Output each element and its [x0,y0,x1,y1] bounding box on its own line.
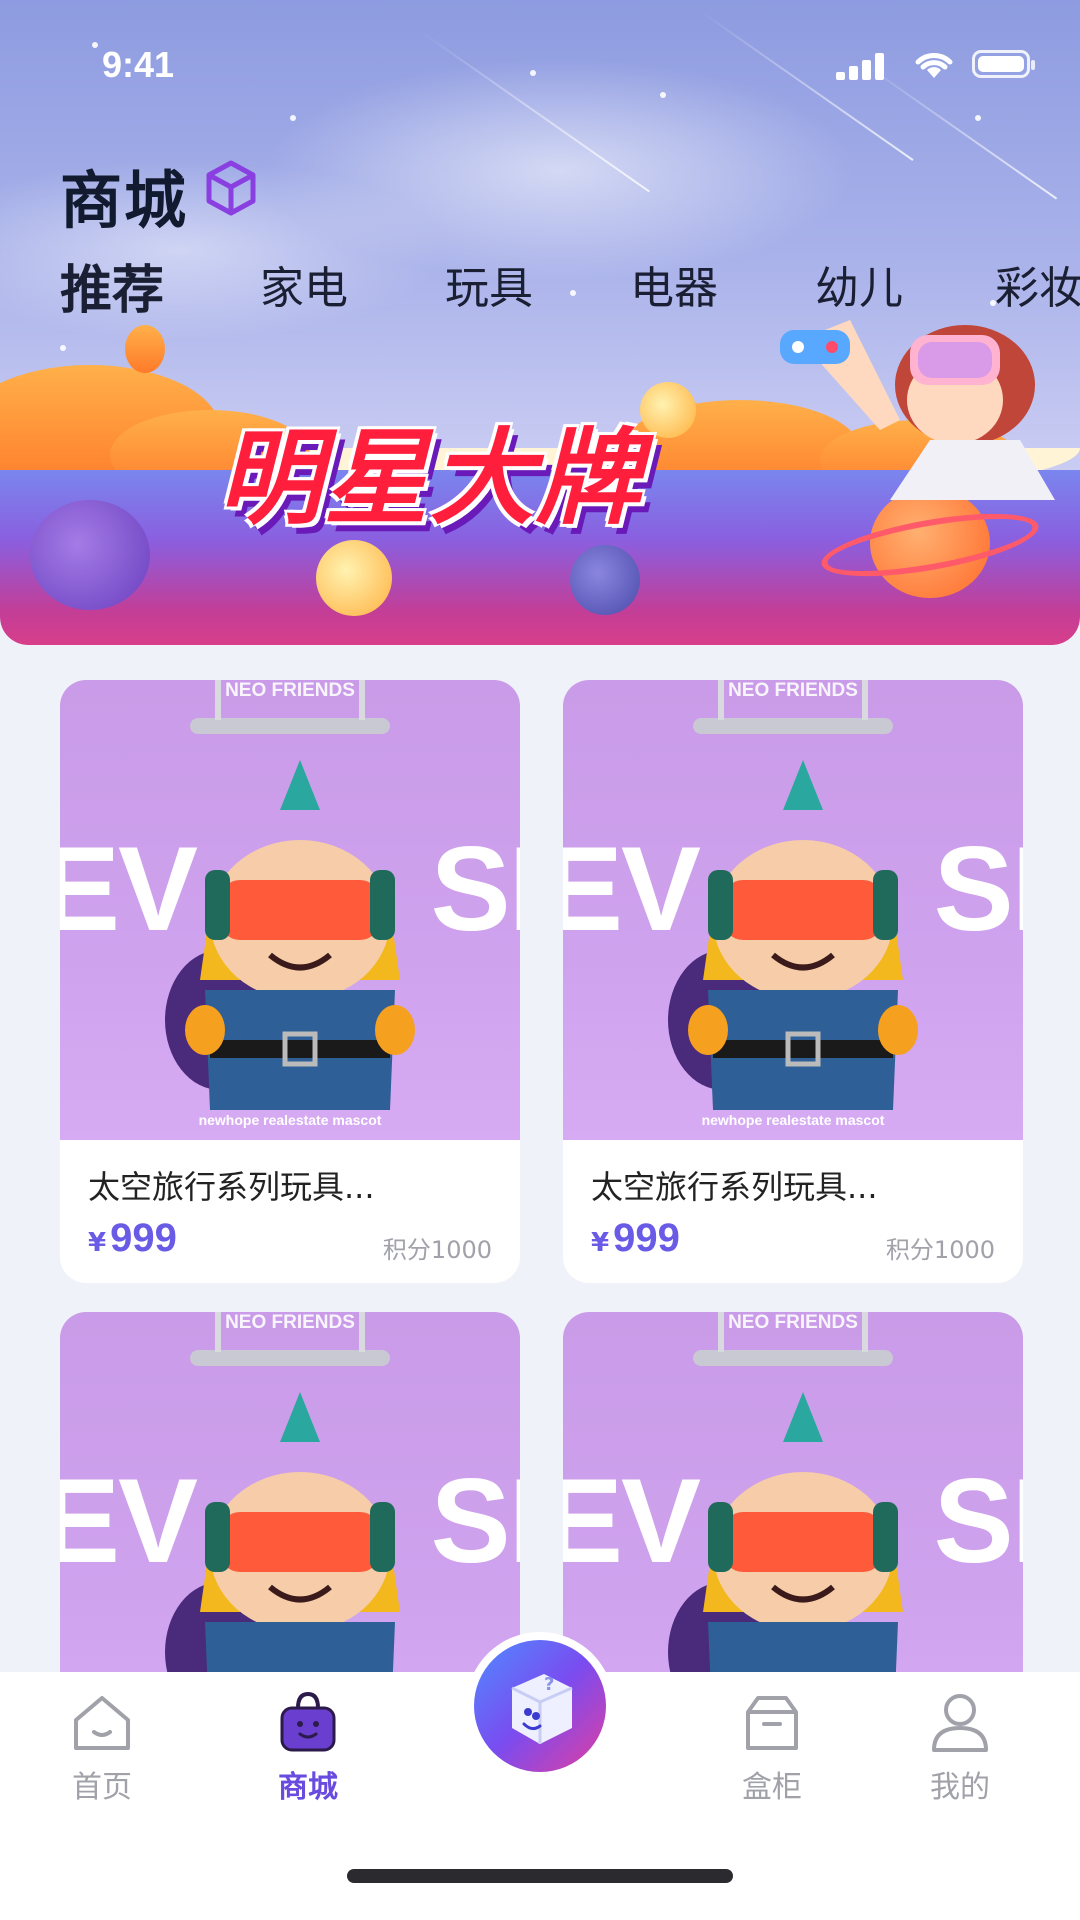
tab-toys[interactable]: 玩具 [445,252,533,316]
category-tabs: 推荐 家电 玩具 电器 幼儿 彩妆 [0,252,1080,322]
product-name[interactable]: 太空旅行系列玩具... [591,1162,878,1208]
product-image[interactable]: NEO FRIENDS EVSI newhope realestate masc… [60,680,520,1140]
cube-icon [206,160,256,216]
product-name[interactable]: 太空旅行系列玩具... [88,1162,375,1208]
status-bar: 9:41 [0,0,1080,130]
tabbar-item-profile[interactable]: 我的 [900,1690,1020,1806]
svg-text:?: ? [544,1674,554,1695]
product-points: 积分1000 [382,1236,492,1264]
page-title: 商城 [60,164,189,237]
status-time: 9:41 [102,44,175,85]
mascot-figure [668,1392,903,1672]
home-indicator[interactable] [347,1869,733,1883]
product-image[interactable]: NEO FRIENDS EVSI [563,1312,1023,1672]
gamer-character-illustration [780,320,1055,500]
tabbar-item-mall[interactable]: 商城 [248,1690,368,1806]
banner-title[interactable]: 明星大牌 [218,393,642,544]
tabbar-item-home[interactable]: 首页 [42,1690,162,1806]
product-price: ¥999 [88,1216,177,1260]
product-card[interactable]: NEO FRIENDS EVSI [60,1312,520,1672]
tab-appliances[interactable]: 家电 [260,252,348,316]
signal-icon [836,52,896,80]
product-image[interactable]: NEO FRIENDS EVSI newhope realestate masc… [563,680,1023,1140]
tabbar-item-box-cabinet[interactable]: 盒柜 [712,1690,832,1806]
planet-icon [640,382,696,438]
product-card[interactable]: NEO FRIENDS EVSI [563,1312,1023,1672]
tab-kids[interactable]: 幼儿 [815,252,903,316]
tab-makeup[interactable]: 彩妆 [995,252,1080,316]
product-price: ¥999 [591,1216,680,1260]
mystery-box-button[interactable]: ? [466,1632,614,1780]
tab-electronics[interactable]: 电器 [630,252,718,316]
product-image[interactable]: NEO FRIENDS EVSI [60,1312,520,1672]
box-cabinet-icon [746,1696,798,1750]
user-icon [932,1694,988,1752]
product-card[interactable]: NEO FRIENDS EVSI newhope realestate masc… [563,680,1023,1283]
planet-icon [316,540,392,616]
mascot-figure [165,760,415,1110]
tab-recommend[interactable]: 推荐 [60,248,164,323]
battery-icon [972,50,1035,78]
mascot-figure [165,1392,400,1672]
product-points: 积分1000 [885,1236,995,1264]
planet-icon [30,500,150,610]
mascot-figure [668,760,918,1110]
product-card[interactable]: NEO FRIENDS EVSI newhope realestate masc… [60,680,520,1283]
wifi-icon [915,53,953,78]
mystery-box-icon: ? [511,1674,573,1744]
shopping-bag-icon [280,1691,336,1752]
planet-icon [570,545,640,615]
home-icon [74,1696,130,1750]
